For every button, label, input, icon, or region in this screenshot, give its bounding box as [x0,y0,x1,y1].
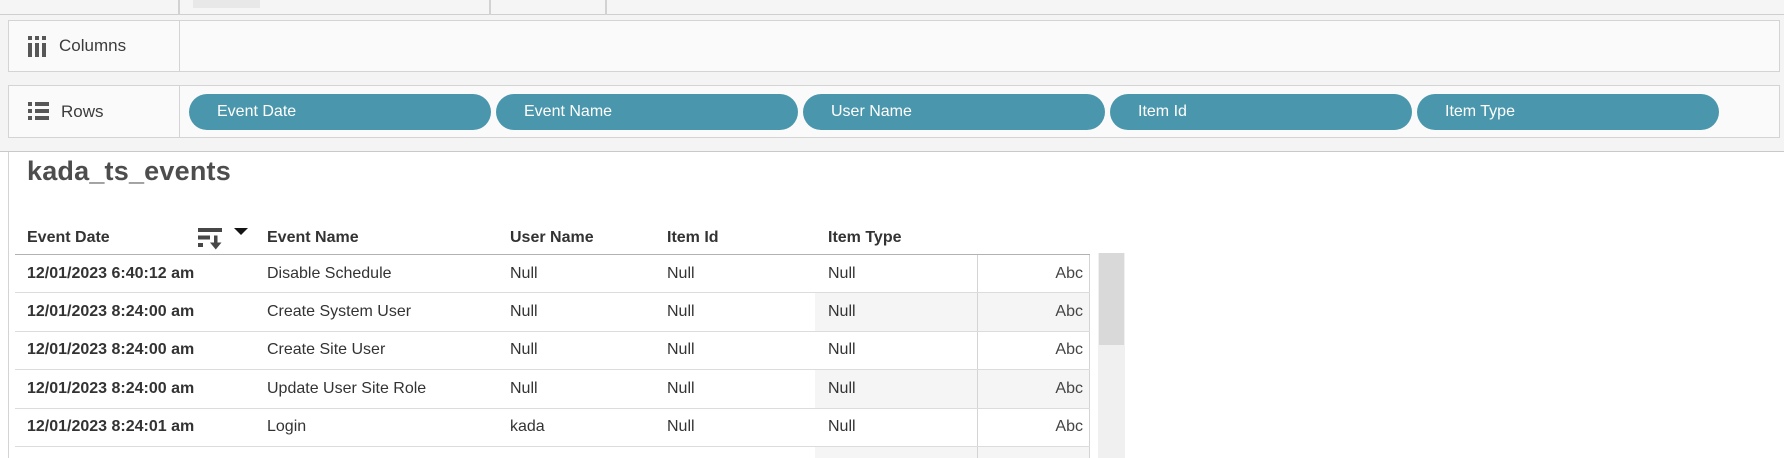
column-header-user-name[interactable]: User Name [505,222,660,254]
table-cell[interactable]: Abc [977,409,1090,446]
table-cell[interactable]: Null [505,255,660,292]
table-cell[interactable]: Null [815,332,977,369]
column-header-item-id[interactable]: Item Id [660,222,815,254]
table-cell[interactable]: Login [260,409,505,446]
table-cell[interactable]: Null [505,332,660,369]
table-cell[interactable]: Abc [977,370,1090,407]
table-cell[interactable]: 12/01/2023 8:24:00 am [15,370,260,407]
sheet-view: kada_ts_events Event Date Event Name Use… [8,152,1784,458]
columns-shelf-drop-area[interactable] [180,21,1779,71]
table-cell[interactable]: Null [505,370,660,407]
table-cell[interactable]: Abc [977,332,1090,369]
toolbar-remnant-strip [0,0,1784,15]
rows-shelf-label-box: Rows [9,86,180,137]
toolbar-remnant-tab [193,0,260,8]
rows-shelf: Rows Event DateEvent NameUser NameItem I… [8,85,1780,138]
table-cell[interactable]: Null [660,332,815,369]
table-cell[interactable]: Create System User [260,293,505,330]
column-header-abc-spacer [977,222,1090,254]
table-cell[interactable]: kada [505,409,660,446]
columns-shelf-label: Columns [59,36,126,56]
table-cell [15,447,260,458]
table-cell[interactable]: Null [815,255,977,292]
table-row[interactable]: 12/01/2023 8:24:00 amUpdate User Site Ro… [15,370,1090,408]
columns-shelf-label-box: Columns [9,21,180,71]
sort-descending-icon[interactable] [198,227,223,255]
columns-shelf: Columns [8,20,1780,72]
table-cell [815,447,977,458]
table-cell[interactable]: 12/01/2023 8:24:00 am [15,293,260,330]
column-header-event-name[interactable]: Event Name [260,222,505,254]
data-table: Event Date Event Name User Name Item Id … [15,222,1090,458]
dropdown-caret-icon[interactable] [234,228,248,235]
shelves-region: Columns Rows Event DateEvent NameUse [0,0,1784,152]
table-row-partial [15,447,1090,458]
table-cell[interactable]: Update User Site Role [260,370,505,407]
pill-event-name[interactable]: Event Name [496,94,798,130]
tableau-workspace: Columns Rows Event DateEvent NameUse [0,0,1784,458]
table-row[interactable]: 12/01/2023 8:24:00 amCreate System UserN… [15,293,1090,331]
divider [178,0,180,15]
column-header-event-date[interactable]: Event Date [15,222,260,254]
table-row[interactable]: 12/01/2023 8:24:01 amLoginkadaNullNullAb… [15,409,1090,447]
table-cell [977,447,1090,458]
scrollbar-thumb[interactable] [1099,253,1124,345]
table-cell[interactable]: Null [815,293,977,330]
table-body: 12/01/2023 6:40:12 amDisable ScheduleNul… [15,255,1090,458]
table-cell[interactable]: Create Site User [260,332,505,369]
table-cell[interactable]: Abc [977,293,1090,330]
rows-list-icon [28,102,49,121]
column-header-item-type[interactable]: Item Type [815,222,977,254]
table-cell[interactable]: 12/01/2023 6:40:12 am [15,255,260,292]
table-cell[interactable]: Null [660,370,815,407]
table-cell[interactable]: Null [660,293,815,330]
rows-shelf-pills[interactable]: Event DateEvent NameUser NameItem IdItem… [180,86,1779,137]
pill-item-type[interactable]: Item Type [1417,94,1719,130]
table-cell [260,447,505,458]
table-cell[interactable]: Abc [977,255,1090,292]
table-row[interactable]: 12/01/2023 6:40:12 amDisable ScheduleNul… [15,255,1090,293]
divider [605,0,607,15]
divider [489,0,491,15]
column-header-label: Event Date [27,229,110,247]
table-cell [505,447,660,458]
table-cell[interactable]: Disable Schedule [260,255,505,292]
table-cell [660,447,815,458]
columns-bars-icon [28,36,47,57]
table-cell[interactable]: Null [660,255,815,292]
table-row[interactable]: 12/01/2023 8:24:00 amCreate Site UserNul… [15,332,1090,370]
table-header-row: Event Date Event Name User Name Item Id … [15,222,1090,255]
rows-shelf-label: Rows [61,102,104,122]
pill-event-date[interactable]: Event Date [189,94,491,130]
table-cell[interactable]: Null [815,409,977,446]
vertical-scrollbar[interactable] [1098,253,1125,458]
table-cell[interactable]: Null [660,409,815,446]
table-cell[interactable]: Null [815,370,977,407]
table-cell[interactable]: 12/01/2023 8:24:00 am [15,332,260,369]
pill-item-id[interactable]: Item Id [1110,94,1412,130]
sheet-title: kada_ts_events [27,156,231,187]
table-cell[interactable]: 12/01/2023 8:24:01 am [15,409,260,446]
table-cell[interactable]: Null [505,293,660,330]
pill-user-name[interactable]: User Name [803,94,1105,130]
